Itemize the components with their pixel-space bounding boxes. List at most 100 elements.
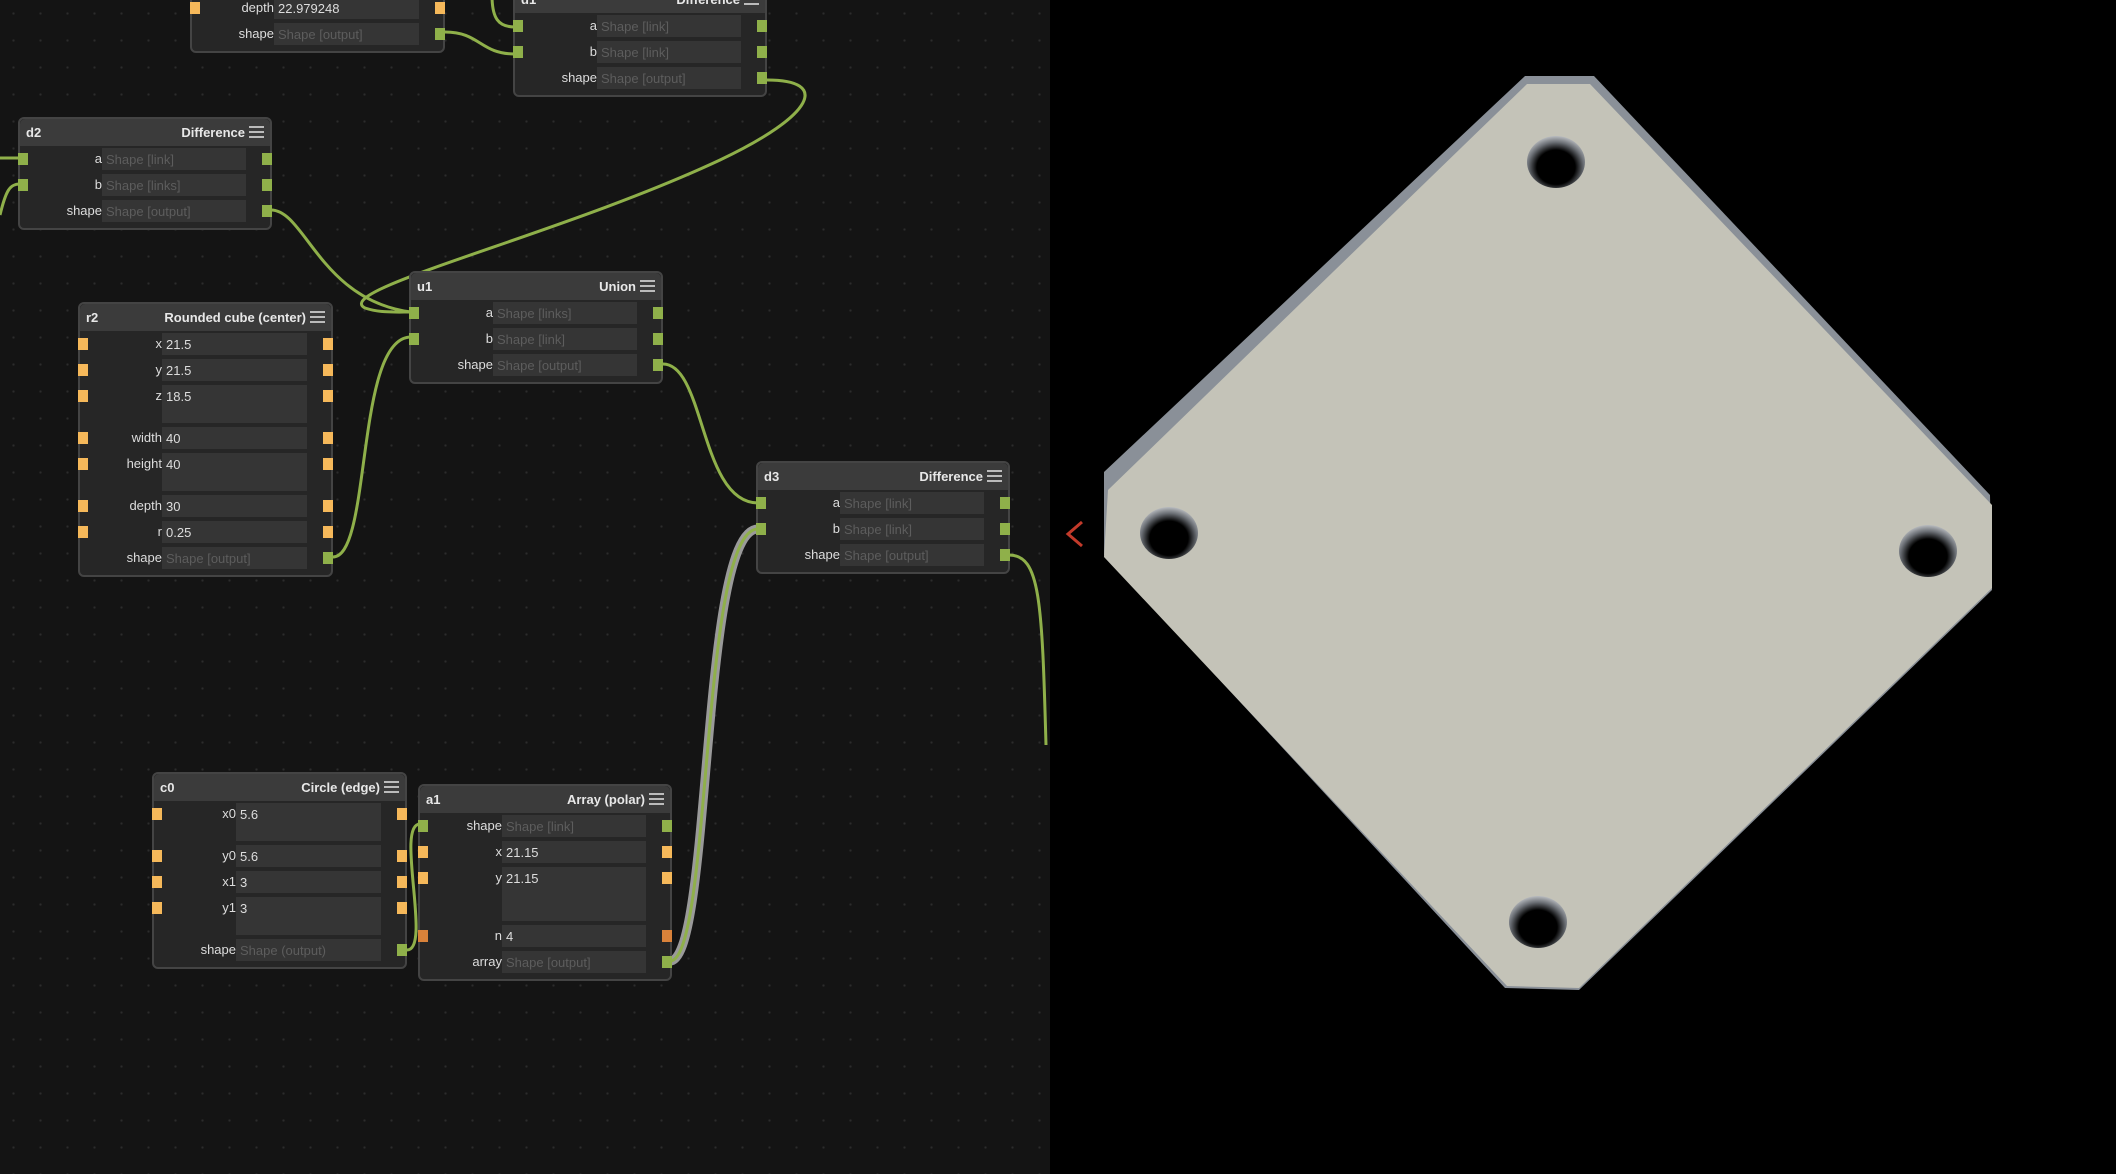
param-field[interactable]: Shape [link] — [597, 15, 741, 37]
shape-wire[interactable] — [662, 362, 759, 505]
output-port[interactable] — [662, 956, 672, 968]
input-port[interactable] — [152, 876, 162, 888]
param-field[interactable]: 21.15 — [502, 841, 646, 863]
node-r2[interactable]: r2 Rounded cube (center) x 21.5 y 21.5 z 18.5 wi… — [78, 302, 333, 577]
param-field[interactable]: Shape [output] — [840, 544, 984, 566]
input-port[interactable] — [513, 46, 523, 58]
param-field[interactable]: 5.6 — [236, 845, 381, 867]
output-port[interactable] — [262, 179, 272, 191]
node-header[interactable]: r2 Rounded cube (center) — [80, 304, 331, 331]
input-port[interactable] — [152, 808, 162, 820]
input-port[interactable] — [78, 390, 88, 402]
shape-wire[interactable] — [0, 182, 21, 216]
output-port[interactable] — [397, 902, 407, 914]
shape-wire[interactable] — [332, 335, 412, 559]
output-port[interactable] — [397, 876, 407, 888]
param-field[interactable]: Shape [output] — [274, 23, 419, 45]
menu-icon[interactable] — [987, 470, 1002, 483]
param-field[interactable]: Shape [link] — [493, 328, 637, 350]
input-port[interactable] — [78, 526, 88, 538]
output-port[interactable] — [653, 307, 663, 319]
param-field[interactable]: Shape [link] — [597, 41, 741, 63]
param-field[interactable]: 21.5 — [162, 333, 307, 355]
menu-icon[interactable] — [640, 280, 655, 293]
param-field[interactable]: Shape [link] — [502, 815, 646, 837]
input-port[interactable] — [756, 497, 766, 509]
menu-icon[interactable] — [744, 0, 759, 6]
input-port[interactable] — [418, 930, 428, 942]
param-field[interactable]: Shape (output) — [236, 939, 381, 961]
param-field[interactable]: 21.15 — [502, 867, 646, 921]
output-port[interactable] — [653, 333, 663, 345]
menu-icon[interactable] — [249, 126, 264, 139]
input-port[interactable] — [152, 850, 162, 862]
output-port[interactable] — [323, 338, 333, 350]
input-port[interactable] — [78, 338, 88, 350]
param-field[interactable]: 5.6 — [236, 803, 381, 841]
shape-wire[interactable] — [1008, 553, 1048, 746]
output-port[interactable] — [1000, 523, 1010, 535]
input-port[interactable] — [513, 20, 523, 32]
param-field[interactable]: 30 — [162, 495, 307, 517]
param-field[interactable]: 40 — [162, 427, 307, 449]
node-c0[interactable]: c0 Circle (edge) x0 5.6 y0 5.6 x1 3 y1 3 shape Shap… — [152, 772, 407, 969]
output-port[interactable] — [757, 46, 767, 58]
param-field[interactable]: 21.5 — [162, 359, 307, 381]
node-graph-canvas[interactable]: depth22.979248shapeShape [output] d1Diffe… — [0, 0, 1050, 1174]
output-port[interactable] — [662, 846, 672, 858]
shape-wire[interactable] — [270, 208, 412, 314]
param-field[interactable]: Shape [link] — [840, 518, 984, 540]
input-port[interactable] — [756, 523, 766, 535]
input-port[interactable] — [418, 846, 428, 858]
menu-icon[interactable] — [384, 781, 399, 794]
input-port[interactable] — [78, 432, 88, 444]
input-port[interactable] — [152, 902, 162, 914]
output-port[interactable] — [1000, 497, 1010, 509]
node-a1[interactable]: a1 Array (polar) shape Shape [link] x 21.15 y 2… — [418, 784, 672, 981]
param-field[interactable]: 0.25 — [162, 521, 307, 543]
shape-wire[interactable] — [490, 0, 516, 29]
input-port[interactable] — [409, 333, 419, 345]
output-port[interactable] — [397, 850, 407, 862]
param-field[interactable]: Shape [output] — [502, 951, 646, 973]
node-header[interactable]: u1 Union — [411, 273, 661, 300]
node-header[interactable]: d1Difference — [515, 0, 765, 13]
node-d2[interactable]: d2 Difference a Shape [link] b Shape [links] s… — [18, 117, 272, 230]
input-port[interactable] — [78, 458, 88, 470]
node-header[interactable]: d3 Difference — [758, 463, 1008, 490]
param-field[interactable]: 22.979248 — [274, 0, 419, 19]
param-field[interactable]: 4 — [502, 925, 646, 947]
menu-icon[interactable] — [310, 311, 325, 324]
output-port[interactable] — [323, 526, 333, 538]
output-port[interactable] — [397, 808, 407, 820]
input-port[interactable] — [78, 364, 88, 376]
output-port[interactable] — [323, 500, 333, 512]
node-u1[interactable]: u1 Union a Shape [links] b Shape [link] shape S… — [409, 271, 663, 384]
param-field[interactable]: Shape [links] — [102, 174, 246, 196]
output-port[interactable] — [323, 432, 333, 444]
node-d1[interactable]: d1DifferenceaShape [link]bShape [link]sh… — [513, 0, 767, 97]
3d-viewport[interactable] — [1050, 0, 2116, 1174]
param-field[interactable]: 3 — [236, 871, 381, 893]
shape-wire[interactable] — [444, 30, 516, 56]
output-port[interactable] — [323, 552, 333, 564]
output-port[interactable] — [757, 72, 767, 84]
output-port[interactable] — [653, 359, 663, 371]
node-header[interactable]: a1 Array (polar) — [420, 786, 670, 813]
output-port[interactable] — [435, 2, 445, 14]
param-field[interactable]: Shape [links] — [493, 302, 637, 324]
output-port[interactable] — [262, 205, 272, 217]
output-port[interactable] — [397, 944, 407, 956]
output-port[interactable] — [323, 390, 333, 402]
input-port[interactable] — [18, 179, 28, 191]
output-port[interactable] — [662, 872, 672, 884]
param-field[interactable]: 18.5 — [162, 385, 307, 423]
param-field[interactable]: Shape [output] — [493, 354, 637, 376]
shape-wire[interactable] — [669, 527, 759, 963]
node-top[interactable]: depth 22.979248 shape Shape [output] — [190, 0, 445, 53]
input-port[interactable] — [409, 307, 419, 319]
output-port[interactable] — [1000, 549, 1010, 561]
param-field[interactable]: Shape [link] — [102, 148, 246, 170]
output-port[interactable] — [757, 20, 767, 32]
input-port[interactable] — [78, 500, 88, 512]
